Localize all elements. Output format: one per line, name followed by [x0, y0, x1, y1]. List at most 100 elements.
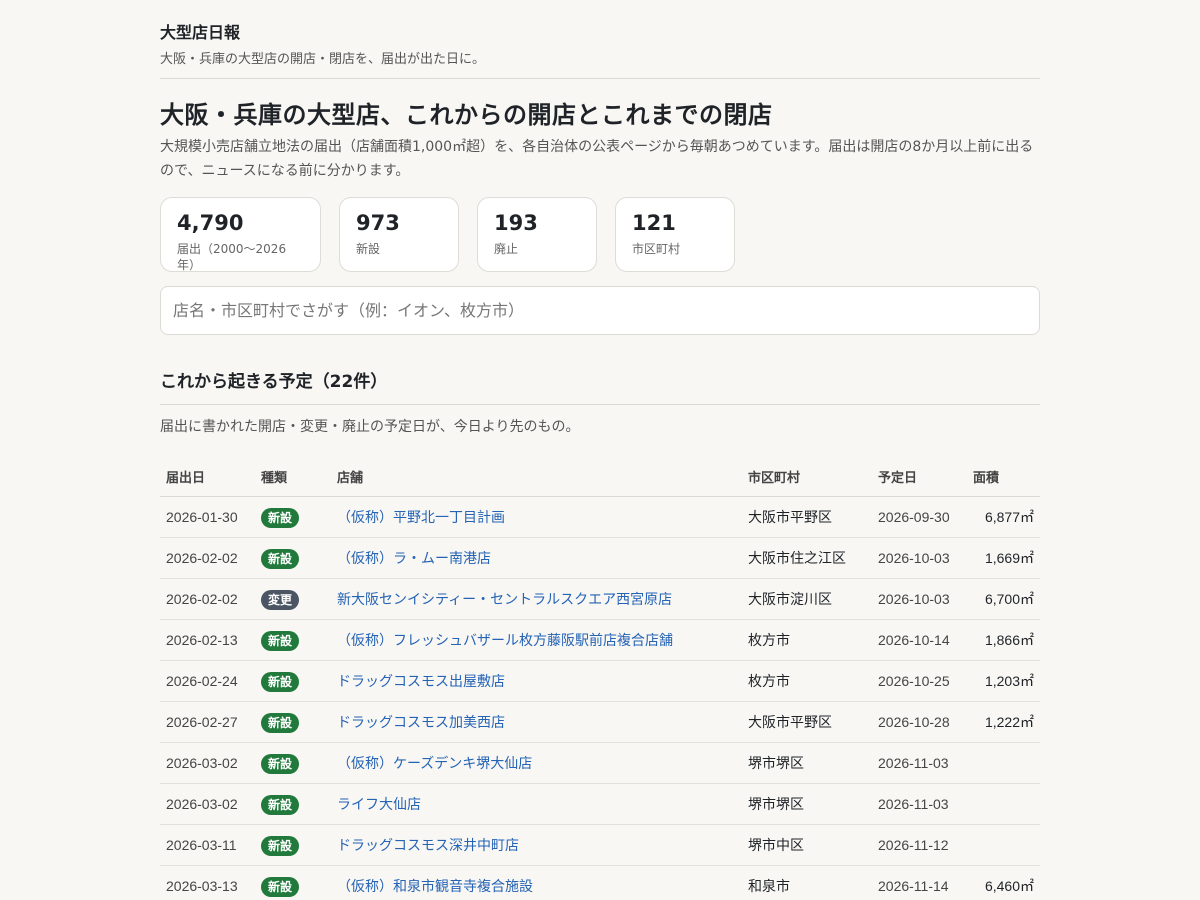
city-cell: 和泉市 [742, 865, 872, 900]
area-cell: 6,877㎡ [967, 496, 1040, 538]
table-row: 2026-03-02 新設 （仮称）ケーズデンキ堺大仙店 堺市堺区 2026-1… [160, 742, 1040, 784]
city-cell: 枚方市 [742, 619, 872, 661]
planned-date: 2026-10-03 [872, 578, 967, 620]
filed-date: 2026-02-02 [160, 537, 255, 579]
type-cell: 新設 [255, 660, 331, 702]
store-link[interactable]: （仮称）ラ・ムー南港店 [337, 551, 491, 567]
store-cell: （仮称）平野北一丁目計画 [331, 496, 742, 538]
city-cell: 枚方市 [742, 660, 872, 702]
planned-date: 2026-11-14 [872, 865, 967, 900]
search-box [160, 286, 1040, 335]
site-tagline: 大阪・兵庫の大型店の開店・閉店を、届出が出た日に。 [160, 52, 486, 67]
type-badge: 新設 [261, 548, 300, 569]
upcoming-section-description: 届出に書かれた開店・変更・廃止の予定日が、今日より先のもの。 [160, 419, 580, 435]
table-row: 2026-02-27 新設 ドラッグコスモス加美西店 大阪市平野区 2026-1… [160, 701, 1040, 743]
filed-date: 2026-01-30 [160, 496, 255, 538]
area-cell [967, 824, 1040, 866]
table-row: 2026-02-02 変更 新大阪センイシティー・セントラルスクエア西宮原店 大… [160, 578, 1040, 620]
city-cell: 大阪市住之江区 [742, 537, 872, 579]
filed-date: 2026-03-02 [160, 783, 255, 825]
table-body: 2026-01-30 新設 （仮称）平野北一丁目計画 大阪市平野区 2026-0… [160, 496, 1040, 900]
store-cell: ドラッグコスモス出屋敷店 [331, 660, 742, 702]
planned-date: 2026-10-14 [872, 619, 967, 661]
filed-date: 2026-02-27 [160, 701, 255, 743]
type-badge: 新設 [261, 630, 300, 651]
city-cell: 堺市中区 [742, 824, 872, 866]
store-cell: （仮称）フレッシュバザール枚方藤阪駅前店複合店舗 [331, 619, 742, 661]
type-cell: 新設 [255, 537, 331, 579]
city-cell: 大阪市淀川区 [742, 578, 872, 620]
search-input[interactable] [161, 287, 1039, 334]
store-link[interactable]: ドラッグコスモス加美西店 [337, 715, 505, 731]
column-header-filed: 届出日 [160, 457, 255, 497]
store-link[interactable]: （仮称）ケーズデンキ堺大仙店 [337, 756, 532, 772]
type-cell: 新設 [255, 783, 331, 825]
table-row: 2026-03-13 新設 （仮称）和泉市観音寺複合施設 和泉市 2026-11… [160, 865, 1040, 900]
planned-date: 2026-11-12 [872, 824, 967, 866]
area-cell: 1,222㎡ [967, 701, 1040, 743]
page-lead: 大規模小売店舗立地法の届出（店舗面積1,000㎡超）を、各自治体の公表ページから… [160, 139, 1034, 179]
table-header-row: 届出日 種類 店舗 市区町村 予定日 面積 [160, 457, 1040, 497]
type-cell: 新設 [255, 496, 331, 538]
store-link[interactable]: ドラッグコスモス出屋敷店 [337, 674, 505, 690]
store-link[interactable]: ライフ大仙店 [337, 797, 421, 813]
store-cell: （仮称）ラ・ムー南港店 [331, 537, 742, 579]
stat-card-municipalities: 121 市区町村 [615, 197, 735, 272]
store-cell: ドラッグコスモス加美西店 [331, 701, 742, 743]
type-cell: 新設 [255, 824, 331, 866]
page-title: 大阪・兵庫の大型店、これからの開店とこれまでの閉店 [160, 101, 773, 129]
stat-value: 121 [632, 211, 676, 235]
store-cell: 新大阪センイシティー・セントラルスクエア西宮原店 [331, 578, 742, 620]
planned-date: 2026-11-03 [872, 742, 967, 784]
type-badge: 新設 [261, 712, 300, 733]
column-header-planned: 予定日 [872, 457, 967, 497]
area-cell: 1,203㎡ [967, 660, 1040, 702]
stat-label: 新設 [356, 242, 381, 256]
type-cell: 新設 [255, 865, 331, 900]
type-badge: 新設 [261, 794, 300, 815]
store-cell: ライフ大仙店 [331, 783, 742, 825]
type-badge: 新設 [261, 507, 300, 528]
store-cell: （仮称）ケーズデンキ堺大仙店 [331, 742, 742, 784]
store-link[interactable]: （仮称）和泉市観音寺複合施設 [337, 879, 533, 895]
area-cell: 1,866㎡ [967, 619, 1040, 661]
column-header-area: 面積 [967, 457, 1040, 497]
store-link[interactable]: （仮称）平野北一丁目計画 [337, 510, 505, 526]
stat-value: 973 [356, 211, 400, 235]
filed-date: 2026-03-11 [160, 824, 255, 866]
filed-date: 2026-03-02 [160, 742, 255, 784]
table-row: 2026-02-13 新設 （仮称）フレッシュバザール枚方藤阪駅前店複合店舗 枚… [160, 619, 1040, 661]
column-header-store: 店舗 [331, 457, 742, 497]
type-cell: 新設 [255, 742, 331, 784]
store-link[interactable]: （仮称）フレッシュバザール枚方藤阪駅前店複合店舗 [337, 633, 673, 649]
type-badge: 新設 [261, 835, 300, 856]
table-row: 2026-03-11 新設 ドラッグコスモス深井中町店 堺市中区 2026-11… [160, 824, 1040, 866]
site-header: 大型店日報 大阪・兵庫の大型店の開店・閉店を、届出が出た日に。 [160, 0, 1040, 79]
stat-card-new: 973 新設 [339, 197, 459, 272]
city-cell: 堺市堺区 [742, 783, 872, 825]
area-cell [967, 742, 1040, 784]
filed-date: 2026-02-13 [160, 619, 255, 661]
filed-date: 2026-03-13 [160, 865, 255, 900]
stat-label: 届出（2000〜2026年） [177, 242, 287, 272]
store-link[interactable]: ドラッグコスモス深井中町店 [337, 838, 519, 854]
planned-date: 2026-10-28 [872, 701, 967, 743]
stat-card-closed: 193 廃止 [477, 197, 597, 272]
site-title[interactable]: 大型店日報 [160, 22, 1040, 44]
filed-date: 2026-02-24 [160, 660, 255, 702]
area-cell [967, 783, 1040, 825]
type-badge: 変更 [261, 589, 300, 610]
stat-label: 廃止 [494, 242, 519, 256]
upcoming-section-title: これから起きる予定（22件） [160, 370, 1040, 405]
page-container: 大型店日報 大阪・兵庫の大型店の開店・閉店を、届出が出た日に。 大阪・兵庫の大型… [160, 0, 1040, 900]
planned-date: 2026-09-30 [872, 496, 967, 538]
type-cell: 変更 [255, 578, 331, 620]
area-cell: 6,460㎡ [967, 865, 1040, 900]
store-link[interactable]: 新大阪センイシティー・セントラルスクエア西宮原店 [337, 592, 672, 608]
planned-date: 2026-11-03 [872, 783, 967, 825]
stat-value: 193 [494, 211, 538, 235]
store-cell: （仮称）和泉市観音寺複合施設 [331, 865, 742, 900]
area-cell: 6,700㎡ [967, 578, 1040, 620]
table-row: 2026-02-24 新設 ドラッグコスモス出屋敷店 枚方市 2026-10-2… [160, 660, 1040, 702]
stats-row: 4,790 届出（2000〜2026年） 973 新設 193 廃止 121 市… [160, 197, 1040, 272]
